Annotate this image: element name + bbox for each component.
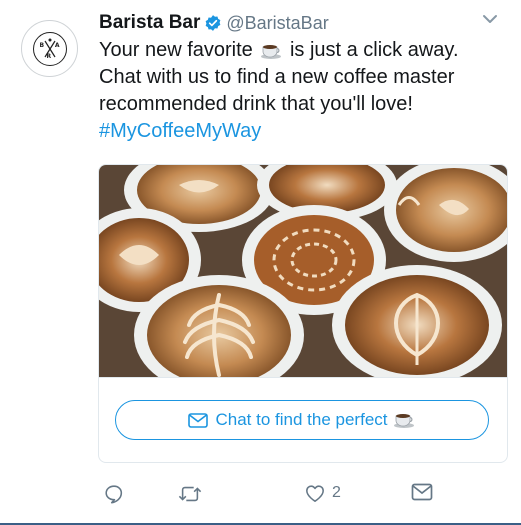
author-name[interactable]: Barista Bar [99, 12, 200, 34]
tweet-text-line: Chat with us to find a new coffee master [99, 66, 455, 88]
hashtag-link[interactable]: #MyCoffeeMyWay [99, 118, 504, 145]
coffee-cup-icon [261, 44, 282, 59]
heart-icon [306, 485, 324, 502]
tweet: B A R Barista Bar @BaristaBar Your new f… [0, 0, 521, 525]
envelope-icon [411, 483, 433, 501]
reply-icon [105, 485, 123, 504]
envelope-icon [187, 412, 208, 428]
avatar[interactable]: B A R [21, 20, 78, 77]
chevron-down-icon[interactable] [481, 12, 499, 26]
avatar-letter: B [39, 41, 45, 49]
latte-art-photo[interactable] [99, 165, 507, 377]
verified-badge-icon [206, 15, 221, 31]
retweet-button[interactable] [178, 483, 208, 505]
barista-bar-logo: B A R [32, 31, 67, 66]
tweet-text-line: recommended drink that you'll love! [99, 93, 413, 115]
tweet-text-fragment: is just a click away. [289, 39, 459, 61]
avatar-letter: R [46, 52, 52, 60]
card-footer: Chat to find the perfect [99, 377, 507, 462]
coffee-cup-icon [393, 414, 414, 428]
like-button[interactable]: 2 [304, 483, 341, 503]
author-handle[interactable]: @BaristaBar [226, 13, 328, 34]
tweet-text-fragment: Your new favorite [99, 39, 253, 61]
like-count: 2 [332, 484, 341, 501]
cta-label: Chat to find the perfect [215, 410, 388, 429]
tweet-header: Barista Bar @BaristaBar [99, 11, 329, 35]
reply-button[interactable] [103, 483, 131, 505]
retweet-icon [178, 486, 202, 502]
link-card[interactable]: Chat to find the perfect [98, 164, 508, 463]
tweet-text: Your new favorite is just a click away. … [99, 37, 504, 145]
chat-cta-button[interactable]: Chat to find the perfect [115, 400, 489, 440]
tweet-text-line: Your new favorite is just a click away. [99, 37, 504, 64]
avatar-letter: A [54, 41, 60, 49]
direct-message-button[interactable] [411, 483, 433, 501]
tweet-actions: 2 [99, 483, 519, 507]
